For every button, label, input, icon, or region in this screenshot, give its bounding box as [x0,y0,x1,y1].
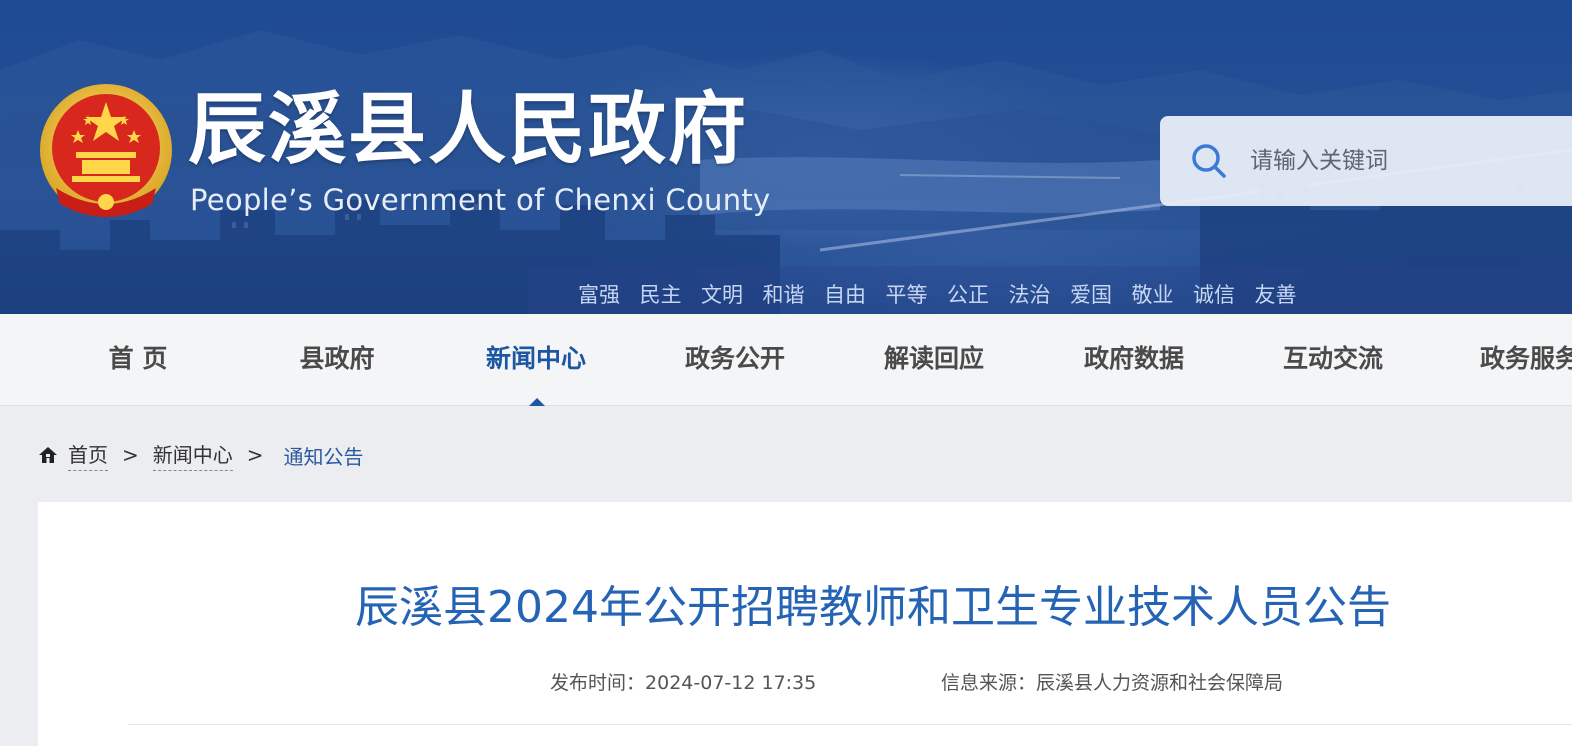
search-icon[interactable] [1190,142,1228,180]
article-card: 辰溪县2024年公开招聘教师和卫生专业技术人员公告 发布时间：2024-07-1… [38,502,1572,746]
breadcrumb-news-center-link[interactable]: 新闻中心 [152,439,233,471]
nav-item-interaction[interactable]: 互动交流 [1233,314,1433,406]
breadcrumb-separator: > [246,443,264,467]
core-value: 爱国 [1070,283,1112,307]
breadcrumb-home-link[interactable]: 首页 [68,439,108,471]
search-input[interactable] [1250,148,1550,174]
core-value: 敬业 [1131,283,1174,307]
home-icon [39,447,57,463]
search-box[interactable] [1160,116,1572,206]
nav-item-gov-affairs[interactable]: 政务公开 [635,314,835,406]
site-title[interactable]: 辰溪县人民政府 [188,82,748,178]
meta-divider [128,724,1572,725]
core-value: 友善 [1254,283,1297,307]
core-value: 自由 [824,283,866,307]
nav-active-indicator [529,398,545,406]
core-value: 民主 [639,283,682,307]
core-value: 富强 [578,283,620,307]
core-value: 平等 [885,283,928,307]
publish-time-label: 发布时间： [550,672,646,694]
core-values-text: 富强 民主 文明 和谐 自由 平等 公正 法治 爱国 敬业 诚信 友善 [578,279,1316,309]
nav-item-news-center[interactable]: 新闻中心 [436,314,636,406]
national-emblem-icon [40,84,172,217]
nav-item-home[interactable]: 首 页 [38,314,238,406]
nav-item-gov-services[interactable]: 政务服务 [1432,314,1572,406]
breadcrumb: 首页 > 新闻中心 > 通知公告 [38,438,364,472]
header-banner: 辰溪县人民政府 People’s Government of Chenxi Co… [0,0,1572,314]
site-subtitle: People’s Government of Chenxi County [190,183,771,217]
breadcrumb-separator: > [122,443,139,467]
main-nav: 首 页 县政府 新闻中心 政务公开 解读回应 政府数据 互动交流 政务服务 [0,314,1572,406]
breadcrumb-current[interactable]: 通知公告 [284,441,364,470]
nav-item-gov-data[interactable]: 政府数据 [1034,314,1234,406]
info-source-label: 信息来源： [941,672,1037,694]
core-value: 和谐 [762,283,805,307]
publish-time: 发布时间：2024-07-12 17:35 [550,668,816,695]
publish-time-value: 2024-07-12 17:35 [645,672,817,694]
info-source-value: 辰溪县人力资源和社会保障局 [1036,672,1284,694]
core-value: 公正 [947,283,989,307]
core-value: 文明 [701,283,743,307]
info-source: 信息来源：辰溪县人力资源和社会保障局 [941,668,1283,695]
nav-item-interpretation[interactable]: 解读回应 [834,314,1034,406]
article-title: 辰溪县2024年公开招聘教师和卫生专业技术人员公告 [355,582,1391,633]
core-value: 诚信 [1193,283,1235,307]
core-value: 法治 [1008,283,1051,307]
nav-item-government[interactable]: 县政府 [237,314,437,406]
